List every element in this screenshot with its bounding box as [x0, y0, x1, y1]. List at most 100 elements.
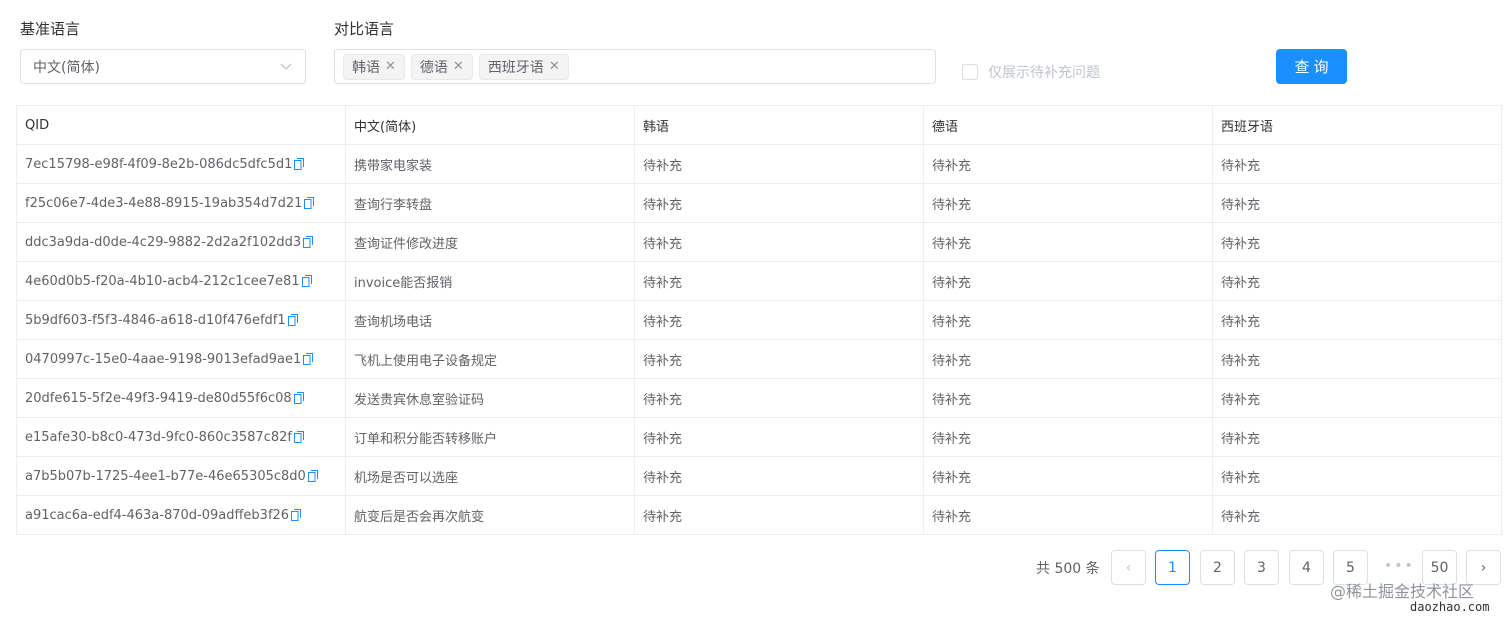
- chinese-cell: 订单和积分能否转移账户: [345, 417, 635, 457]
- only-pending-label: 仅展示待补充问题: [988, 65, 1100, 81]
- watermark-community: @稀土掘金技术社区: [1330, 582, 1475, 601]
- compare-tag-korean: 韩语 ✕: [343, 53, 405, 80]
- german-pending-link[interactable]: 待补充: [923, 378, 1213, 418]
- qid-text: 0470997c-15e0-4aae-9198-9013efad9ae1: [25, 351, 302, 367]
- pagination: 共 500 条 ‹ 1 2 3 4 5 ••• 50 ›: [0, 550, 1512, 585]
- table-row: 0470997c-15e0-4aae-9198-9013efad9ae1 飞机上使…: [16, 339, 1502, 379]
- german-pending-link[interactable]: 待补充: [923, 261, 1213, 301]
- spanish-pending-link[interactable]: 待补充: [1212, 378, 1502, 418]
- compare-tag-spanish: 西班牙语 ✕: [478, 53, 569, 80]
- spanish-pending-link[interactable]: 待补充: [1212, 261, 1502, 301]
- copy-icon[interactable]: [307, 470, 318, 482]
- korean-pending-link[interactable]: 待补充: [634, 300, 924, 340]
- korean-pending-link[interactable]: 待补充: [634, 222, 924, 262]
- copy-icon[interactable]: [287, 314, 298, 326]
- korean-pending-link[interactable]: 待补充: [634, 495, 924, 535]
- spanish-pending-link[interactable]: 待补充: [1212, 495, 1502, 535]
- korean-pending-link[interactable]: 待补充: [634, 339, 924, 379]
- chinese-cell: 发送贵宾休息室验证码: [345, 378, 635, 418]
- qid-text: ddc3a9da-d0de-4c29-9882-2d2a2f102dd3: [25, 234, 302, 250]
- chinese-cell: 飞机上使用电子设备规定: [345, 339, 635, 379]
- chinese-cell: 查询机场电话: [345, 300, 635, 340]
- copy-icon[interactable]: [303, 353, 314, 365]
- only-pending-checkbox[interactable]: [962, 64, 978, 80]
- chinese-cell: 航变后是否会再次航变: [345, 495, 635, 535]
- copy-icon[interactable]: [293, 392, 304, 404]
- qid-cell: ddc3a9da-d0de-4c29-9882-2d2a2f102dd3: [16, 222, 346, 262]
- table-row: e15afe30-b8c0-473d-9fc0-860c3587c82f 订单和积…: [16, 417, 1502, 457]
- qid-text: f25c06e7-4de3-4e88-8915-19ab354d7d21: [25, 195, 303, 211]
- chinese-cell: 查询证件修改进度: [345, 222, 635, 262]
- qid-text: a91cac6a-edf4-463a-870d-09adffeb3f26: [25, 507, 290, 523]
- qid-cell: 20dfe615-5f2e-49f3-9419-de80d55f6c08: [16, 378, 346, 418]
- german-pending-link[interactable]: 待补充: [923, 417, 1213, 457]
- copy-icon[interactable]: [294, 158, 305, 170]
- spanish-pending-link[interactable]: 待补充: [1212, 417, 1502, 457]
- qid-text: 5b9df603-f5f3-4846-a618-d10f476efdf1: [25, 312, 286, 328]
- page-4-button[interactable]: 4: [1289, 550, 1324, 585]
- korean-pending-link[interactable]: 待补充: [634, 144, 924, 184]
- copy-icon[interactable]: [291, 509, 302, 521]
- qid-text: e15afe30-b8c0-473d-9fc0-860c3587c82f: [25, 429, 292, 445]
- qid-cell: 5b9df603-f5f3-4846-a618-d10f476efdf1: [16, 300, 346, 340]
- copy-icon[interactable]: [301, 275, 312, 287]
- copy-icon[interactable]: [303, 236, 314, 248]
- tag-label: 西班牙语: [487, 59, 544, 76]
- spanish-pending-link[interactable]: 待补充: [1212, 456, 1502, 496]
- korean-pending-link[interactable]: 待补充: [634, 261, 924, 301]
- table-row: 5b9df603-f5f3-4846-a618-d10f476efdf1 查询机场…: [16, 300, 1502, 340]
- compare-language-label: 对比语言: [334, 20, 395, 38]
- tag-label: 德语: [419, 59, 448, 76]
- spanish-pending-link[interactable]: 待补充: [1212, 222, 1502, 262]
- copy-icon[interactable]: [304, 197, 315, 209]
- spanish-pending-link[interactable]: 待补充: [1212, 339, 1502, 379]
- qid-cell: 7ec15798-e98f-4f09-8e2b-086dc5dfc5d1: [16, 144, 346, 184]
- chinese-cell: 机场是否可以选座: [345, 456, 635, 496]
- close-icon[interactable]: ✕: [385, 60, 396, 73]
- page-1-button[interactable]: 1: [1155, 550, 1190, 585]
- german-pending-link[interactable]: 待补充: [923, 300, 1213, 340]
- chinese-cell: 查询行李转盘: [345, 183, 635, 223]
- copy-icon[interactable]: [293, 431, 304, 443]
- german-pending-link[interactable]: 待补充: [923, 339, 1213, 379]
- header-chinese: 中文(简体): [345, 105, 635, 145]
- base-language-select[interactable]: 中文(简体): [20, 49, 306, 84]
- only-pending-checkbox-group[interactable]: 仅展示待补充问题: [962, 62, 1100, 82]
- qid-text: 4e60d0b5-f20a-4b10-acb4-212c1cee7e81: [25, 273, 300, 289]
- spanish-pending-link[interactable]: 待补充: [1212, 183, 1502, 223]
- korean-pending-link[interactable]: 待补充: [634, 183, 924, 223]
- korean-pending-link[interactable]: 待补充: [634, 456, 924, 496]
- header-qid: QID: [16, 105, 346, 145]
- header-german: 德语: [923, 105, 1213, 145]
- compare-language-select[interactable]: 韩语 ✕ 德语 ✕ 西班牙语 ✕: [334, 49, 936, 84]
- page-2-button[interactable]: 2: [1200, 550, 1235, 585]
- query-button[interactable]: 查询: [1276, 49, 1347, 84]
- prev-page-button[interactable]: ‹: [1111, 550, 1146, 585]
- more-pages-ellipsis[interactable]: •••: [1384, 558, 1415, 574]
- qid-cell: a91cac6a-edf4-463a-870d-09adffeb3f26: [16, 495, 346, 535]
- german-pending-link[interactable]: 待补充: [923, 495, 1213, 535]
- table-row: a91cac6a-edf4-463a-870d-09adffeb3f26 航变后是…: [16, 495, 1502, 535]
- qid-cell: 0470997c-15e0-4aae-9198-9013efad9ae1: [16, 339, 346, 379]
- german-pending-link[interactable]: 待补充: [923, 183, 1213, 223]
- spanish-pending-link[interactable]: 待补充: [1212, 300, 1502, 340]
- table-row: f25c06e7-4de3-4e88-8915-19ab354d7d21 查询行李…: [16, 183, 1502, 223]
- table-header-row: QID 中文(简体) 韩语 德语 西班牙语: [16, 105, 1502, 145]
- german-pending-link[interactable]: 待补充: [923, 222, 1213, 262]
- compare-tag-german: 德语 ✕: [410, 53, 473, 80]
- spanish-pending-link[interactable]: 待补充: [1212, 144, 1502, 184]
- close-icon[interactable]: ✕: [549, 60, 560, 73]
- page-3-button[interactable]: 3: [1244, 550, 1279, 585]
- results-table: QID 中文(简体) 韩语 德语 西班牙语 7ec15798-e98f-4f09…: [16, 105, 1502, 535]
- german-pending-link[interactable]: 待补充: [923, 144, 1213, 184]
- korean-pending-link[interactable]: 待补充: [634, 378, 924, 418]
- qid-cell: f25c06e7-4de3-4e88-8915-19ab354d7d21: [16, 183, 346, 223]
- chinese-cell: 携带家电家装: [345, 144, 635, 184]
- chevron-down-icon: [280, 63, 292, 70]
- korean-pending-link[interactable]: 待补充: [634, 417, 924, 457]
- close-icon[interactable]: ✕: [453, 60, 464, 73]
- chinese-cell: invoice能否报销: [345, 261, 635, 301]
- watermark-domain: daozhao.com: [1410, 600, 1490, 614]
- german-pending-link[interactable]: 待补充: [923, 456, 1213, 496]
- total-count: 共 500 条: [1036, 561, 1100, 577]
